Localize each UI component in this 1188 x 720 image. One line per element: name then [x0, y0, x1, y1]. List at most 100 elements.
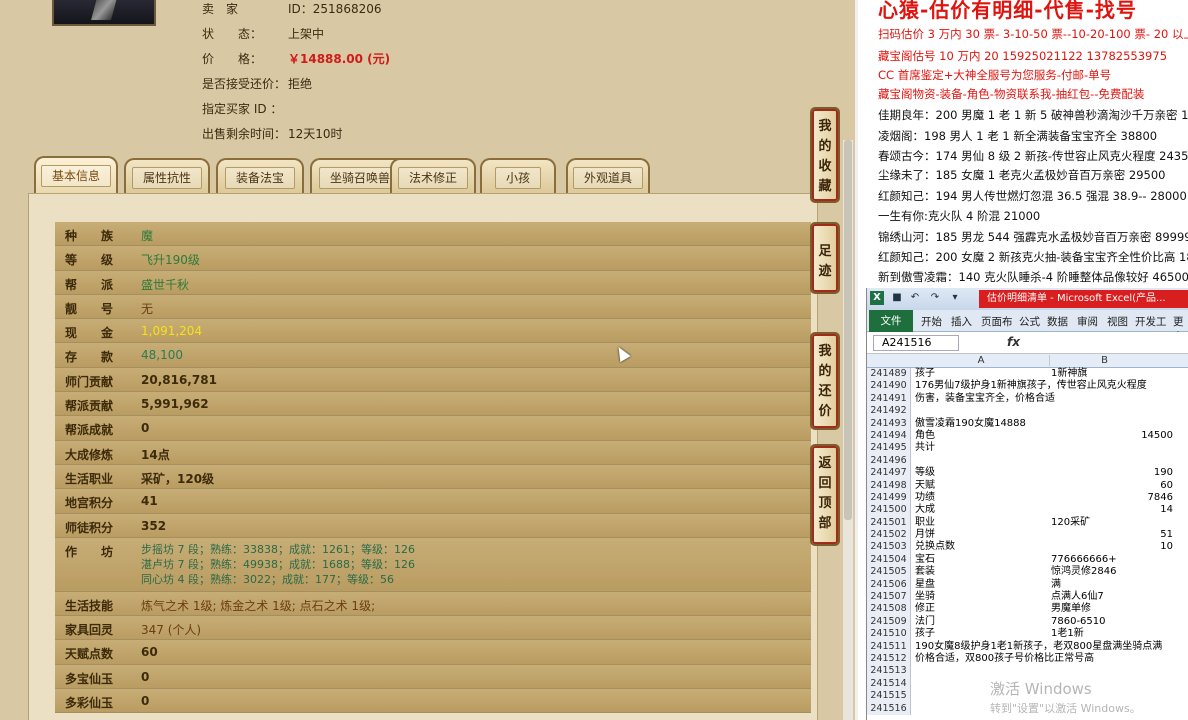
table-row[interactable]: 241499 功绩 7846 — [867, 491, 1188, 505]
cell-a[interactable]: 套装 — [915, 566, 935, 578]
cell-a[interactable]: 天赋 — [915, 480, 935, 492]
cell-b[interactable]: 男魔单修 — [1051, 603, 1091, 615]
cell-b[interactable]: 7846 — [1049, 492, 1173, 504]
cell-a[interactable]: 190女魔8级护身1老1新孩子，老双800星盘满坐骑点满 — [915, 641, 1162, 653]
table-row[interactable]: 241491 伤害，装备宝宝齐全，价格合适 — [867, 392, 1188, 406]
tab-data[interactable]: 数据 — [1047, 314, 1068, 329]
tab-insert[interactable]: 插入 — [951, 314, 972, 329]
row-number[interactable]: 241514 — [867, 677, 911, 691]
cell-b[interactable]: 1新神旗 — [1051, 368, 1087, 380]
row-number[interactable]: 241495 — [867, 442, 911, 455]
table-row[interactable]: 241505 套装 惊鸿灵修2846 — [867, 566, 1188, 579]
customize-quick-access-icon[interactable]: ▾ — [949, 292, 961, 304]
name-box[interactable]: A241516 — [873, 335, 959, 351]
table-row[interactable]: 241509 法门 7860-6510 — [867, 615, 1188, 629]
column-header-a[interactable]: A — [913, 355, 1049, 366]
function-icon[interactable]: fx — [1007, 335, 1020, 349]
redo-icon[interactable]: ↷ — [929, 292, 941, 304]
row-number[interactable]: 241510 — [867, 628, 911, 641]
cell-b[interactable]: 14500 — [1049, 430, 1173, 442]
cell-a[interactable]: 伤害，装备宝宝齐全，价格合适 — [915, 393, 1055, 405]
row-number[interactable]: 241516 — [867, 702, 911, 715]
table-row[interactable]: 241512 价格合适，双800孩子号价格比正常号高 — [867, 652, 1188, 666]
row-number[interactable]: 241506 — [867, 578, 911, 592]
table-row[interactable]: 241502 月饼 51 — [867, 529, 1188, 542]
table-row[interactable]: 241507 坐骑 点满人6仙7 — [867, 591, 1188, 604]
tab-spell-correction[interactable]: 法术修正 — [390, 158, 476, 194]
tab-attributes[interactable]: 属性抗性 — [124, 158, 210, 194]
cell-b[interactable]: 1老1新 — [1051, 628, 1084, 640]
table-row[interactable]: 241504 宝石 776666666+ — [867, 553, 1188, 567]
table-row[interactable]: 241492 — [867, 405, 1188, 418]
table-row[interactable]: 241513 — [867, 665, 1188, 678]
table-row[interactable]: 241500 大成 14 — [867, 504, 1188, 517]
row-number[interactable]: 241499 — [867, 491, 911, 505]
cell-a[interactable]: 宝石 — [915, 554, 935, 566]
row-number[interactable]: 241507 — [867, 591, 911, 604]
table-row[interactable]: 241511 190女魔8级护身1老1新孩子，老双800星盘满坐骑点满 — [867, 640, 1188, 653]
cell-a[interactable]: 角色 — [915, 430, 935, 442]
cell-a[interactable]: 兑换点数 — [915, 541, 955, 553]
row-number[interactable]: 241502 — [867, 529, 911, 542]
cell-a[interactable]: 坐骑 — [915, 591, 935, 603]
cell-b[interactable]: 190 — [1049, 467, 1173, 479]
cell-a[interactable]: 职业 — [915, 517, 935, 529]
tab-children[interactable]: 小孩 — [480, 158, 556, 194]
cell-a[interactable]: 法门 — [915, 616, 935, 628]
table-row[interactable]: 241490 176男仙7级护身1新神旗孩子，传世容止风克火程度 — [867, 380, 1188, 393]
row-number[interactable]: 241493 — [867, 417, 911, 430]
row-number[interactable]: 241504 — [867, 553, 911, 567]
cell-b[interactable]: 惊鸿灵修2846 — [1051, 566, 1116, 578]
cell-a[interactable]: 共计 — [915, 442, 935, 454]
row-number[interactable]: 241511 — [867, 640, 911, 653]
row-number[interactable]: 241509 — [867, 615, 911, 629]
table-row[interactable]: 241496 — [867, 454, 1188, 468]
table-row[interactable]: 241494 角色 14500 — [867, 429, 1188, 443]
cell-b[interactable]: 满 — [1051, 579, 1061, 591]
cell-a[interactable]: 孩子 — [915, 368, 935, 380]
tab-view[interactable]: 视图 — [1107, 314, 1128, 329]
cell-b[interactable]: 7860-6510 — [1051, 616, 1106, 628]
row-number[interactable]: 241501 — [867, 516, 911, 530]
cell-a[interactable]: 修正 — [915, 603, 935, 615]
cell-a[interactable]: 星盘 — [915, 579, 935, 591]
footprints-button[interactable]: 足迹 — [810, 222, 840, 294]
table-row[interactable]: 241503 兑换点数 10 — [867, 541, 1188, 554]
my-favorites-button[interactable]: 我的收藏 — [810, 107, 840, 203]
my-counter-offers-button[interactable]: 我的还价 — [810, 332, 840, 430]
back-to-top-button[interactable]: 返回顶部 — [810, 444, 840, 546]
table-row[interactable]: 241497 等级 190 — [867, 467, 1188, 480]
row-number[interactable]: 241512 — [867, 652, 911, 666]
cell-b[interactable]: 10 — [1049, 541, 1173, 553]
row-number[interactable]: 241492 — [867, 405, 911, 418]
cell-b[interactable]: 776666666+ — [1051, 554, 1117, 566]
tab-page-layout[interactable]: 页面布 — [981, 314, 1013, 329]
table-row[interactable]: 241506 星盘 满 — [867, 578, 1188, 592]
table-row[interactable]: 241493 傲雪凌霜190女魔14888 — [867, 417, 1188, 430]
cell-a[interactable]: 等级 — [915, 467, 935, 479]
row-number[interactable]: 241494 — [867, 429, 911, 443]
row-number[interactable]: 241497 — [867, 467, 911, 480]
row-number[interactable]: 241498 — [867, 479, 911, 492]
row-number[interactable]: 241500 — [867, 504, 911, 517]
row-number[interactable]: 241513 — [867, 665, 911, 678]
cell-a[interactable]: 176男仙7级护身1新神旗孩子，传世容止风克火程度 — [915, 380, 1147, 392]
table-row[interactable]: 241498 天赋 60 — [867, 479, 1188, 492]
row-number[interactable]: 241515 — [867, 690, 911, 703]
tab-developer[interactable]: 开发工 — [1135, 314, 1167, 329]
tab-basic-info[interactable]: 基本信息 — [34, 156, 118, 194]
tab-review[interactable]: 审阅 — [1077, 314, 1098, 329]
row-number[interactable]: 241490 — [867, 380, 911, 393]
tab-home[interactable]: 开始 — [921, 314, 942, 329]
table-row[interactable]: 241508 修正 男魔单修 — [867, 603, 1188, 616]
cell-b[interactable]: 60 — [1049, 480, 1173, 492]
tab-formulas[interactable]: 公式 — [1019, 314, 1040, 329]
cell-a[interactable]: 大成 — [915, 504, 935, 516]
cell-b[interactable]: 120采矿 — [1051, 517, 1090, 529]
table-row[interactable]: 241489 孩子 1新神旗 — [867, 368, 1188, 381]
row-number[interactable]: 241508 — [867, 603, 911, 616]
table-row[interactable]: 241501 职业 120采矿 — [867, 516, 1188, 530]
table-row[interactable]: 241495 共计 — [867, 442, 1188, 455]
row-number[interactable]: 241505 — [867, 566, 911, 579]
column-header-b[interactable]: B — [1049, 355, 1159, 366]
